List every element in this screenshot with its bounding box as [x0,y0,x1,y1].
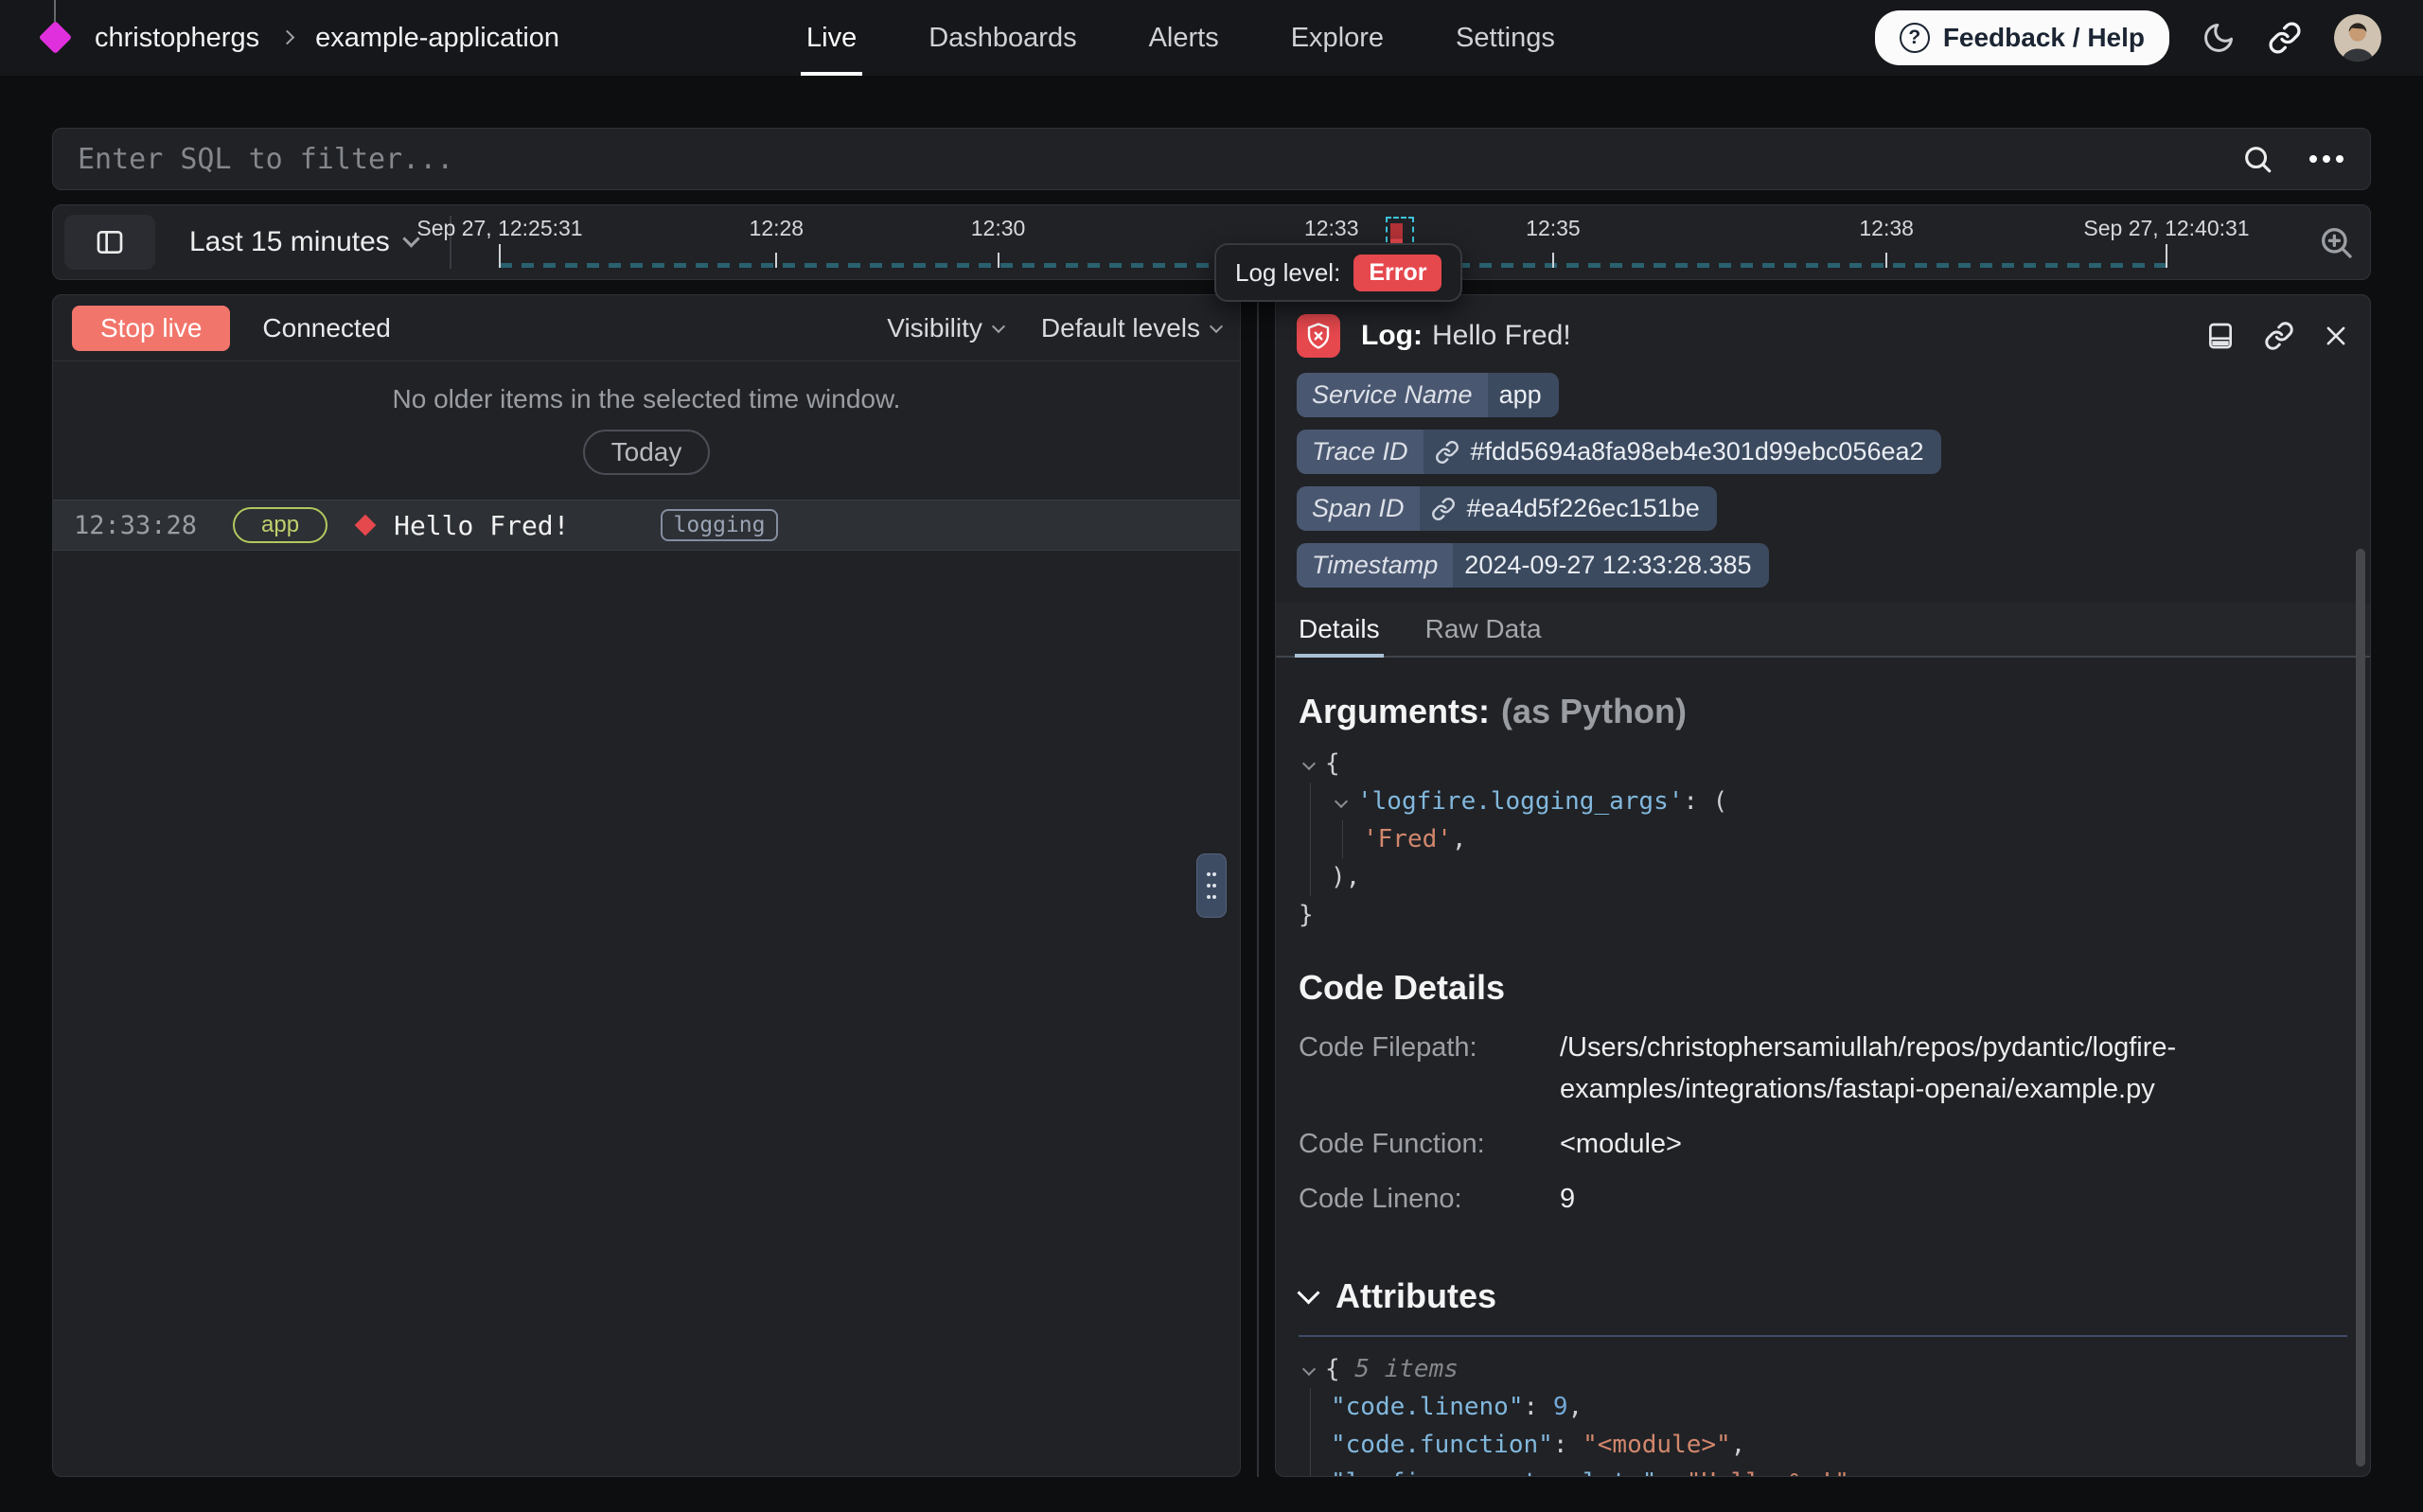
code-lineno-label: Code Lineno: [1299,1178,1560,1220]
timestamp-pill[interactable]: Timestamp 2024-09-27 12:33:28.385 [1297,543,1769,588]
user-avatar[interactable] [2334,14,2381,62]
detail-content: Arguments: (as Python) {'logfire.logging… [1276,692,2370,1477]
detail-title: Log: Hello Fred! [1361,320,1571,352]
arguments-subheading: (as Python) [1501,692,1687,731]
service-badge: app [233,507,327,543]
tooltip-label: Log level: [1235,258,1340,288]
breadcrumb-project[interactable]: example-application [315,23,559,54]
breadcrumb-org[interactable]: christophergs [95,23,259,54]
dock-bottom-icon[interactable] [2205,321,2236,351]
connection-status: Connected [262,313,390,343]
error-level-badge: Error [1353,255,1441,291]
code-collapse-chevron-icon[interactable] [1299,1350,1325,1388]
code-details-grid: Code Filepath: /Users/christophersamiull… [1299,1027,2347,1220]
dark-mode-moon-icon[interactable] [2202,21,2236,55]
chevron-down-icon [992,319,1005,332]
arguments-code: {'logfire.logging_args': ('Fred',),} [1299,745,2347,934]
feedback-help-button[interactable]: ? Feedback / Help [1875,10,2169,65]
more-options-icon[interactable] [2308,153,2345,165]
log-row-selected[interactable]: 12:33:28 app Hello Fred! logging [53,500,1240,551]
close-icon[interactable] [2323,323,2349,349]
tab-alerts[interactable]: Alerts [1149,0,1219,76]
logfire-logo[interactable] [42,24,70,52]
code-collapse-chevron-icon[interactable] [1299,745,1325,782]
share-link-icon[interactable] [2268,21,2302,55]
link-icon [1435,440,1459,465]
question-circle-icon: ? [1900,23,1930,53]
top-nav: christophergs example-application Live D… [0,0,2423,76]
panel-divider-rail [1257,294,1259,1477]
sql-filter-input[interactable] [78,143,2241,176]
live-log-panel: Stop live Connected Visibility Default l… [52,294,1241,1477]
detail-title-prefix: Log: [1361,320,1423,351]
log-timestamp: 12:33:28 [74,511,197,540]
arguments-heading: Arguments: (as Python) [1299,692,2347,731]
detail-scrollbar[interactable] [2356,549,2365,1467]
panel-resize-grip[interactable] [1196,853,1227,918]
live-panel-header: Stop live Connected Visibility Default l… [53,295,1240,361]
feedback-help-label: Feedback / Help [1943,23,2145,53]
no-older-items-message: No older items in the selected time wind… [53,384,1240,414]
breadcrumb-separator-icon [280,29,295,44]
main-nav: Live Dashboards Alerts Explore Settings [806,0,1555,76]
code-filepath-value: /Users/christophersamiullah/repos/pydant… [1560,1027,2347,1110]
chevron-down-icon [1210,319,1223,332]
detail-title-text: Hello Fred! [1432,320,1571,351]
service-name-pill[interactable]: Service Name app [1297,373,1559,417]
attributes-code: { 5 items"code.lineno": 9,"code.function… [1299,1350,2347,1477]
collapse-chevron-icon [1297,1281,1319,1304]
tab-settings[interactable]: Settings [1456,0,1555,76]
detail-header: Log: Hello Fred! [1276,295,2370,371]
nav-right-group: ? Feedback / Help [1875,10,2381,65]
time-range-bar: Last 15 minutes Sep 27, 12:25:31 12:28 1… [52,204,2371,280]
tab-dashboards[interactable]: Dashboards [929,0,1076,76]
log-level-tooltip: Log level: Error [1214,243,1462,302]
today-button[interactable]: Today [583,430,711,475]
error-level-icon [355,515,377,536]
copy-link-icon[interactable] [2264,321,2294,351]
tab-details[interactable]: Details [1299,603,1380,656]
attributes-heading[interactable]: Attributes [1299,1276,2347,1316]
code-filepath-label: Code Filepath: [1299,1027,1560,1110]
detail-badges: Service Name app Trace ID #fdd5694a8fa98… [1276,371,2175,603]
search-icon[interactable] [2241,143,2273,175]
log-detail-panel: Log:Hello Fred! Service Name app Tra [1275,294,2371,1477]
visibility-dropdown[interactable]: Visibility [887,313,1003,343]
code-function-value: <module> [1560,1123,2347,1165]
code-function-label: Code Function: [1299,1123,1560,1165]
logging-tag-badge: logging [661,509,779,541]
code-details-heading: Code Details [1299,968,2347,1008]
default-levels-dropdown[interactable]: Default levels [1041,313,1221,343]
log-message: Hello Fred! [394,510,569,541]
tab-raw-data[interactable]: Raw Data [1425,603,1542,656]
tab-live[interactable]: Live [806,0,857,76]
detail-tabs: Details Raw Data [1276,603,2370,658]
zoom-in-icon[interactable] [2317,223,2355,261]
stop-live-button[interactable]: Stop live [72,306,230,351]
link-icon [1431,497,1456,521]
error-shield-icon [1297,314,1340,358]
sidebar-toggle-button[interactable] [64,215,155,270]
main-panels: Stop live Connected Visibility Default l… [52,294,2371,1477]
trace-id-pill[interactable]: Trace ID #fdd5694a8fa98eb4e301d99ebc056e… [1297,430,1941,474]
logo-diamond-icon [39,21,72,54]
time-range-selector[interactable]: Last 15 minutes [189,226,417,258]
time-range-label: Last 15 minutes [189,226,390,258]
tab-explore[interactable]: Explore [1291,0,1384,76]
attributes-divider [1299,1335,2347,1337]
span-id-pill[interactable]: Span ID #ea4d5f226ec151be [1297,486,1717,531]
code-collapse-chevron-icon[interactable] [1331,782,1357,820]
sql-filter-bar [52,128,2371,190]
code-lineno-value: 9 [1560,1178,2347,1220]
